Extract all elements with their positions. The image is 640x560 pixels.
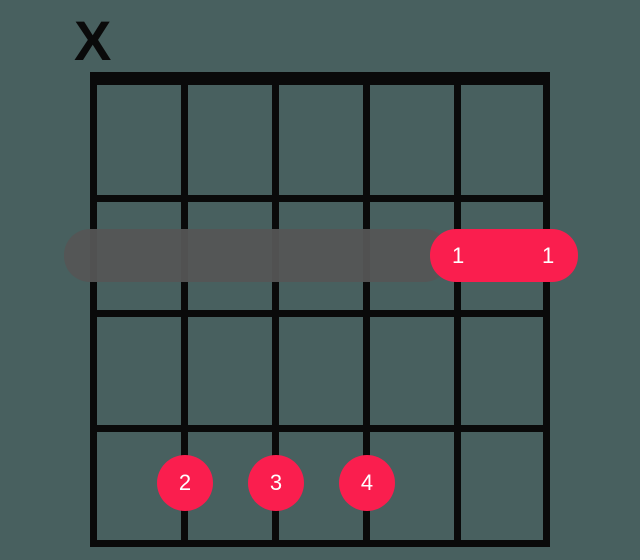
barre-finger-left: 1	[452, 243, 464, 269]
finger-label: 3	[270, 470, 282, 496]
fret-line-3	[90, 425, 550, 432]
finger-label: 2	[179, 470, 191, 496]
barre-shadow	[64, 229, 450, 282]
string-2	[454, 72, 461, 547]
finger-dot-3: 3	[248, 455, 304, 511]
string-6	[90, 72, 97, 547]
fret-line-1	[90, 195, 550, 202]
chord-diagram: X 1 1 2 3 4	[0, 0, 640, 560]
barre-finger-right: 1	[542, 243, 554, 269]
finger-dot-2: 2	[157, 455, 213, 511]
finger-label: 4	[361, 470, 373, 496]
finger-dot-4: 4	[339, 455, 395, 511]
nut	[90, 72, 550, 85]
string-1	[543, 72, 550, 547]
fret-line-4	[90, 540, 550, 547]
fret-line-2	[90, 310, 550, 317]
barre: 1 1	[430, 229, 578, 282]
mute-marker: X	[74, 13, 111, 69]
